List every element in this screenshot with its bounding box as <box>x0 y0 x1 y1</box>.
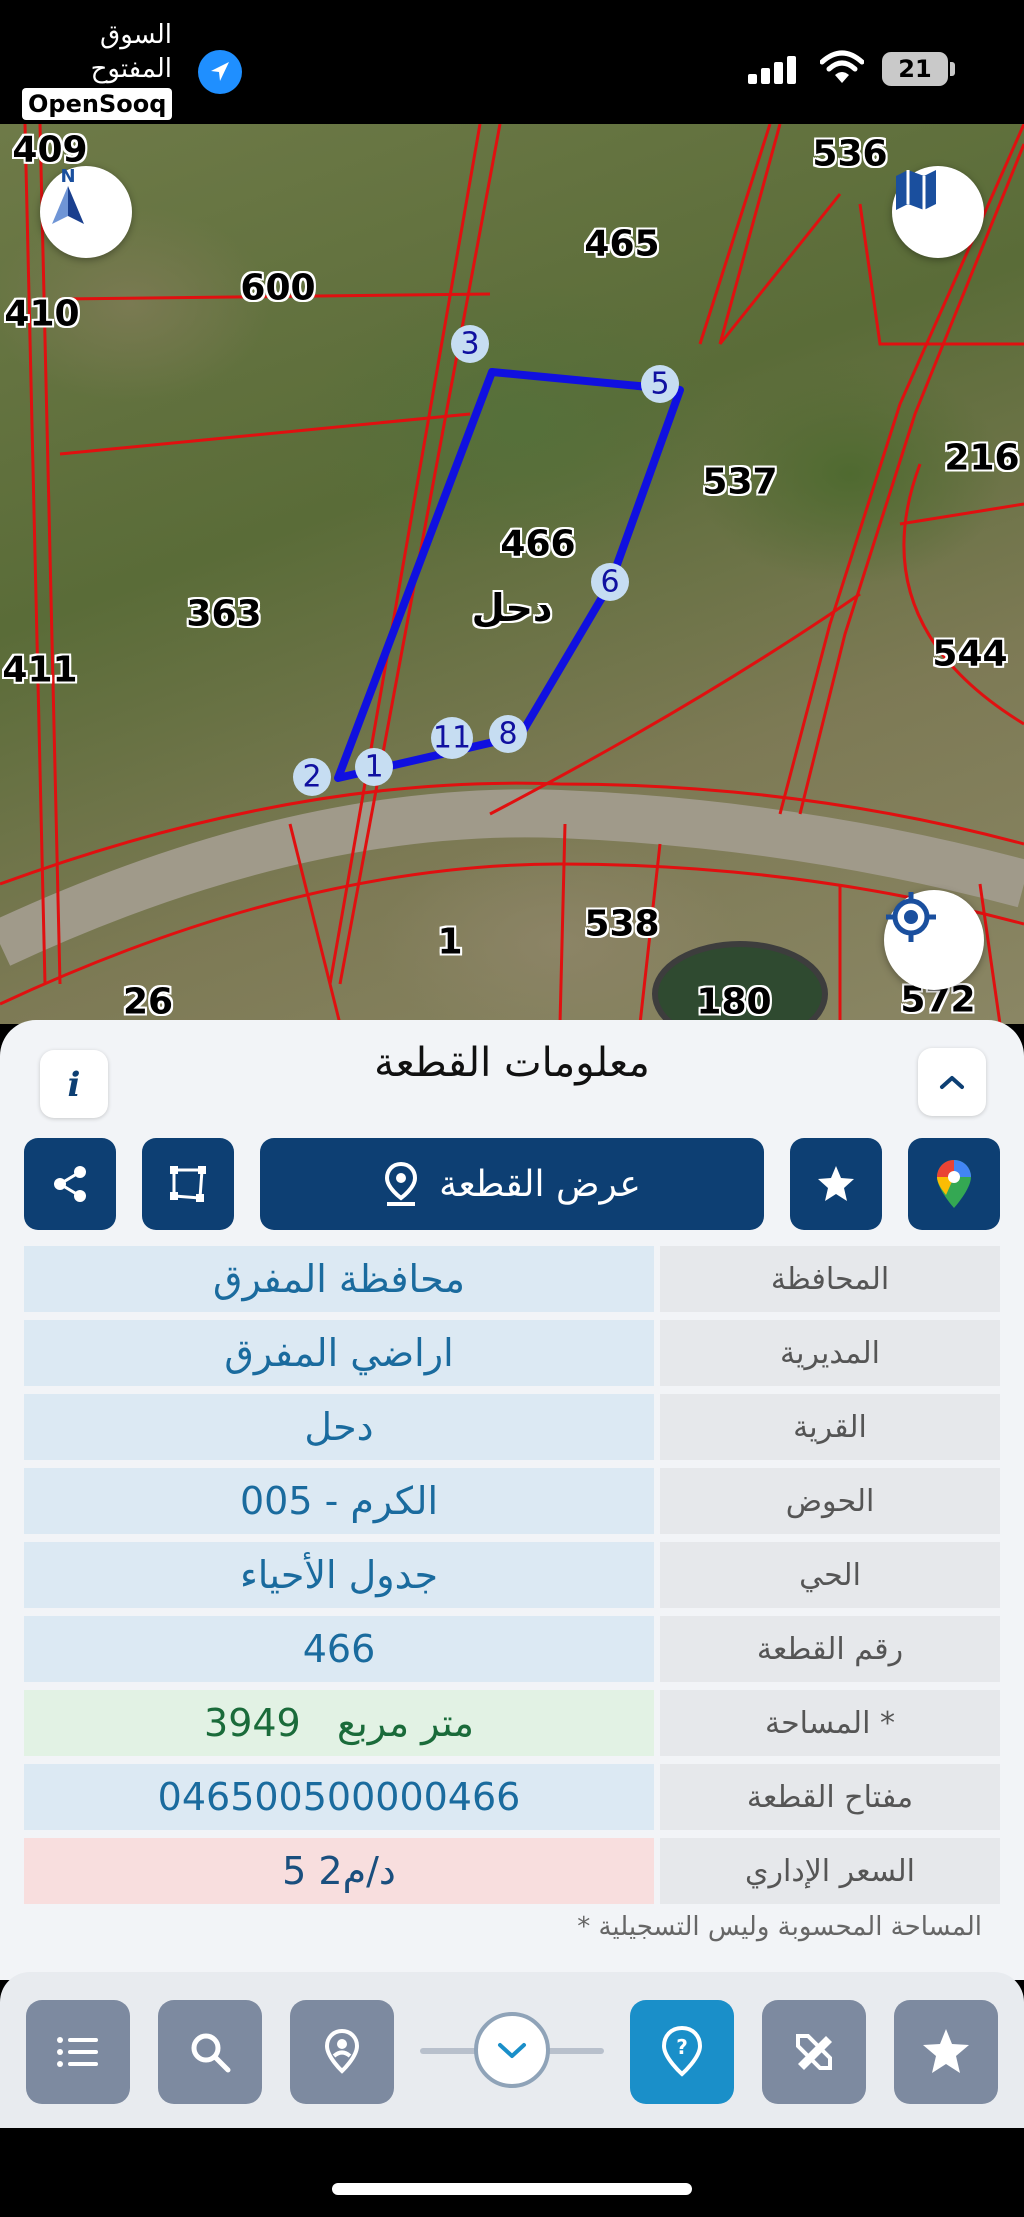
location-services-icon <box>198 50 242 94</box>
info-row-basin: الحوض الكرم - 005 <box>24 1468 1000 1534</box>
info-row-label: المساحة * <box>660 1690 1000 1756</box>
info-row-parcel-number: رقم القطعة 466 <box>24 1616 1000 1682</box>
map-icon <box>896 170 936 210</box>
info-row-area: المساحة * 3949 متر مربع <box>24 1690 1000 1756</box>
opensooq-watermark: السوق المفتوح OpenSooq <box>22 18 173 120</box>
crosshair-icon <box>886 892 936 942</box>
panel-title: معلومات القطعة <box>374 1040 650 1086</box>
info-button[interactable]: i <box>40 1050 108 1118</box>
status-bar: السوق المفتوح OpenSooq 21 <box>0 0 1024 124</box>
north-arrow-icon: N <box>52 166 84 224</box>
cellular-signal-icon <box>748 54 800 84</box>
info-row-neighborhood: الحي جدول الأحياء <box>24 1542 1000 1608</box>
vertex-markers <box>293 325 679 796</box>
info-row-value: 3949 متر مربع <box>24 1690 654 1756</box>
share-icon <box>54 1166 86 1202</box>
vertex-label: 6 <box>600 564 620 600</box>
vertex-label: 11 <box>432 720 472 756</box>
vertex-label: 5 <box>650 366 670 402</box>
info-row-label: السعر الإداري <box>660 1838 1000 1904</box>
vertex-label: 8 <box>498 716 518 752</box>
favorites-list-button[interactable] <box>894 2000 998 2104</box>
cadastral-map[interactable]: 409 410 600 465 536 216 537 466 363 411 … <box>0 124 1024 1024</box>
svg-text:i: i <box>68 1065 81 1104</box>
info-row-label: المحافظة <box>660 1246 1000 1312</box>
svg-text:?: ? <box>676 2035 688 2059</box>
area-footnote: * المساحة المحسوبة وليس التسجيلية <box>577 1912 982 1942</box>
share-button[interactable] <box>24 1138 116 1230</box>
expand-toggle-button[interactable] <box>474 2012 550 2088</box>
info-row-label: مفتاح القطعة <box>660 1764 1000 1830</box>
list-button[interactable] <box>26 2000 130 2104</box>
measure-tools-button[interactable] <box>762 2000 866 2104</box>
info-row-label: الحوض <box>660 1468 1000 1534</box>
google-maps-icon <box>937 1160 971 1208</box>
show-parcel-button[interactable]: عرض القطعة <box>260 1138 764 1230</box>
show-parcel-label: عرض القطعة <box>439 1163 641 1205</box>
info-row-parcel-key: مفتاح القطعة 046500500000466 <box>24 1764 1000 1830</box>
info-icon: i <box>68 1065 81 1104</box>
info-row-value: دحل <box>24 1394 654 1460</box>
info-row-governorate: المحافظة محافظة المفرق <box>24 1246 1000 1312</box>
star-icon <box>818 1166 854 1201</box>
list-icon <box>57 2037 98 2067</box>
compass-north-button[interactable]: N <box>40 166 132 258</box>
location-marker-button[interactable] <box>290 2000 394 2104</box>
info-row-value: 5 د/م2 <box>24 1838 654 1904</box>
vertex-label: 3 <box>460 326 480 362</box>
home-indicator[interactable] <box>332 2183 692 2195</box>
search-icon <box>191 2033 231 2073</box>
my-location-button[interactable] <box>884 890 984 990</box>
info-row-label: رقم القطعة <box>660 1616 1000 1682</box>
chevron-down-icon <box>498 2043 526 2058</box>
info-row-value: 046500500000466 <box>24 1764 654 1830</box>
svg-text:N: N <box>60 166 75 187</box>
info-row-value: جدول الأحياء <box>24 1542 654 1608</box>
help-button[interactable]: ? <box>630 2000 734 2104</box>
info-row-label: القرية <box>660 1394 1000 1460</box>
info-row-admin-price: السعر الإداري 5 د/م2 <box>24 1838 1000 1904</box>
wifi-icon <box>819 50 865 90</box>
battery-tip <box>950 62 955 76</box>
watermark-arabic: السوق المفتوح <box>90 20 172 84</box>
polygon-icon <box>170 1166 206 1202</box>
google-maps-button[interactable] <box>908 1138 1000 1230</box>
info-row-label: المديرية <box>660 1320 1000 1386</box>
info-row-value: 466 <box>24 1616 654 1682</box>
tools-icon <box>796 2034 832 2070</box>
info-row-value: اراضي المفرق <box>24 1320 654 1386</box>
vertex-label: 2 <box>302 759 322 795</box>
info-row-value: محافظة المفرق <box>24 1246 654 1312</box>
location-pin-icon <box>385 1161 418 1206</box>
info-row-village: القرية دحل <box>24 1394 1000 1460</box>
info-row-value: الكرم - 005 <box>24 1468 654 1534</box>
favorite-button[interactable] <box>790 1138 882 1230</box>
draw-polygon-button[interactable] <box>142 1138 234 1230</box>
chevron-up-icon <box>940 1076 964 1089</box>
help-pin-icon: ? <box>661 2025 703 2077</box>
star-badge-icon <box>923 2029 969 2073</box>
info-row-label: الحي <box>660 1542 1000 1608</box>
info-row-directorate: المديرية اراضي المفرق <box>24 1320 1000 1386</box>
collapse-panel-button[interactable] <box>918 1048 986 1116</box>
watermark-english: OpenSooq <box>22 88 173 120</box>
battery-indicator: 21 <box>882 52 948 86</box>
home-indicator-area <box>0 2128 1024 2217</box>
map-layers-button[interactable] <box>892 166 984 258</box>
map-marker-icon <box>324 2028 360 2074</box>
search-button[interactable] <box>158 2000 262 2104</box>
vertex-label: 1 <box>364 749 384 785</box>
